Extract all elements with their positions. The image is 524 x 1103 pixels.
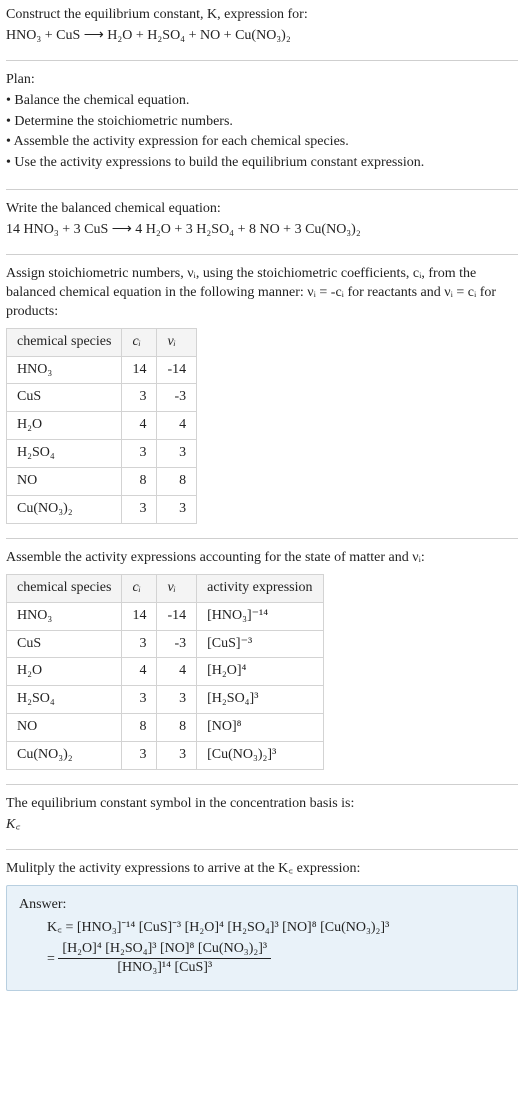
cell-activity: [CuS]⁻³: [197, 630, 323, 658]
answer-body: K꜀ = [HNO₃]⁻¹⁴ [CuS]⁻³ [H₂O]⁴ [H₂SO₄]³ […: [19, 919, 505, 979]
section-balanced: Write the balanced chemical equation: 14…: [6, 190, 518, 255]
cell-species: H₂O: [7, 658, 122, 686]
cell-vi: -14: [157, 602, 197, 630]
answer-box: Answer: K꜀ = [HNO₃]⁻¹⁴ [CuS]⁻³ [H₂O]⁴ [H…: [6, 885, 518, 992]
plan-bullet-1: • Balance the chemical equation.: [6, 92, 518, 111]
table-row: NO 8 8: [7, 468, 197, 496]
cell-vi: -3: [157, 630, 197, 658]
table-row: CuS 3 -3 [CuS]⁻³: [7, 630, 324, 658]
cell-species: NO: [7, 714, 122, 742]
cell-species: H₂O: [7, 412, 122, 440]
cell-species: NO: [7, 468, 122, 496]
kc-symbol: K꜀: [6, 816, 518, 835]
cell-vi: 8: [157, 468, 197, 496]
kc-fraction: [H₂O]⁴ [H₂SO₄]³ [NO]⁸ [Cu(NO₃)₂]³ [HNO₃]…: [58, 940, 271, 979]
col-ci: cᵢ: [122, 328, 157, 356]
cell-ci: 3: [122, 496, 157, 524]
kc-numerator: [H₂O]⁴ [H₂SO₄]³ [NO]⁸ [Cu(NO₃)₂]³: [58, 940, 271, 959]
table-row: H₂O 4 4: [7, 412, 197, 440]
col-species: chemical species: [7, 328, 122, 356]
cell-vi: 4: [157, 412, 197, 440]
cell-vi: 3: [157, 496, 197, 524]
plan-heading: Plan:: [6, 71, 518, 90]
section-stoich: Assign stoichiometric numbers, νᵢ, using…: [6, 255, 518, 539]
table-row: NO 8 8 [NO]⁸: [7, 714, 324, 742]
col-vi: νᵢ: [157, 574, 197, 602]
cell-activity: [Cu(NO₃)₂]³: [197, 742, 323, 770]
question-line: Construct the equilibrium constant, K, e…: [6, 6, 518, 25]
cell-species: HNO₃: [7, 602, 122, 630]
table-row: HNO₃ 14 -14 [HNO₃]⁻¹⁴: [7, 602, 324, 630]
col-activity: activity expression: [197, 574, 323, 602]
unbalanced-equation: HNO₃ + CuS ⟶ H₂O + H₂SO₄ + NO + Cu(NO₃)₂: [6, 27, 518, 46]
cell-activity: [H₂O]⁴: [197, 658, 323, 686]
table-row: Cu(NO₃)₂ 3 3: [7, 496, 197, 524]
cell-vi: 8: [157, 714, 197, 742]
cell-vi: 3: [157, 686, 197, 714]
cell-ci: 3: [122, 384, 157, 412]
cell-species: H₂SO₄: [7, 686, 122, 714]
cell-activity: [HNO₃]⁻¹⁴: [197, 602, 323, 630]
question-text: Construct the equilibrium constant, K, e…: [6, 7, 308, 22]
cell-ci: 3: [122, 440, 157, 468]
section-question: Construct the equilibrium constant, K, e…: [6, 6, 518, 61]
kc-expression-line1: K꜀ = [HNO₃]⁻¹⁴ [CuS]⁻³ [H₂O]⁴ [H₂SO₄]³ […: [47, 919, 505, 938]
kc-intro: The equilibrium constant symbol in the c…: [6, 795, 518, 814]
section-kc-symbol: The equilibrium constant symbol in the c…: [6, 785, 518, 850]
table-row: H₂SO₄ 3 3 [H₂SO₄]³: [7, 686, 324, 714]
cell-ci: 4: [122, 658, 157, 686]
cell-species: HNO₃: [7, 356, 122, 384]
cell-vi: 3: [157, 440, 197, 468]
cell-vi: -14: [157, 356, 197, 384]
cell-ci: 8: [122, 468, 157, 496]
table-row: CuS 3 -3: [7, 384, 197, 412]
cell-ci: 3: [122, 686, 157, 714]
table-row: H₂SO₄ 3 3: [7, 440, 197, 468]
cell-activity: [NO]⁸: [197, 714, 323, 742]
col-ci: cᵢ: [122, 574, 157, 602]
section-activity: Assemble the activity expressions accoun…: [6, 539, 518, 785]
plan-bullet-2: • Determine the stoichiometric numbers.: [6, 113, 518, 132]
balanced-equation: 14 HNO₃ + 3 CuS ⟶ 4 H₂O + 3 H₂SO₄ + 8 NO…: [6, 221, 518, 240]
kc-expression-line2: = [H₂O]⁴ [H₂SO₄]³ [NO]⁸ [Cu(NO₃)₂]³ [HNO…: [47, 940, 505, 979]
cell-vi: -3: [157, 384, 197, 412]
table-row: H₂O 4 4 [H₂O]⁴: [7, 658, 324, 686]
plan-bullet-4: • Use the activity expressions to build …: [6, 154, 518, 173]
cell-species: Cu(NO₃)₂: [7, 496, 122, 524]
col-vi: νᵢ: [157, 328, 197, 356]
table-row: Cu(NO₃)₂ 3 3 [Cu(NO₃)₂]³: [7, 742, 324, 770]
cell-ci: 14: [122, 356, 157, 384]
final-intro: Mulitply the activity expressions to arr…: [6, 860, 518, 879]
cell-vi: 3: [157, 742, 197, 770]
cell-species: H₂SO₄: [7, 440, 122, 468]
cell-ci: 3: [122, 742, 157, 770]
balanced-heading: Write the balanced chemical equation:: [6, 200, 518, 219]
section-plan: Plan: • Balance the chemical equation. •…: [6, 61, 518, 190]
plan-bullet-3: • Assemble the activity expression for e…: [6, 133, 518, 152]
cell-ci: 14: [122, 602, 157, 630]
cell-vi: 4: [157, 658, 197, 686]
cell-species: CuS: [7, 630, 122, 658]
stoich-table: chemical species cᵢ νᵢ HNO₃ 14 -14 CuS 3…: [6, 328, 197, 524]
table-row: HNO₃ 14 -14: [7, 356, 197, 384]
section-final: Mulitply the activity expressions to arr…: [6, 850, 518, 1005]
page-root: Construct the equilibrium constant, K, e…: [0, 0, 524, 1019]
kc-denominator: [HNO₃]¹⁴ [CuS]³: [58, 958, 271, 978]
answer-label: Answer:: [19, 896, 505, 915]
stoich-intro: Assign stoichiometric numbers, νᵢ, using…: [6, 265, 518, 322]
activity-intro: Assemble the activity expressions accoun…: [6, 549, 518, 568]
cell-ci: 8: [122, 714, 157, 742]
equals-prefix: =: [47, 951, 58, 966]
cell-species: CuS: [7, 384, 122, 412]
cell-species: Cu(NO₃)₂: [7, 742, 122, 770]
cell-ci: 4: [122, 412, 157, 440]
cell-activity: [H₂SO₄]³: [197, 686, 323, 714]
table-header-row: chemical species cᵢ νᵢ: [7, 328, 197, 356]
activity-table: chemical species cᵢ νᵢ activity expressi…: [6, 574, 324, 770]
table-header-row: chemical species cᵢ νᵢ activity expressi…: [7, 574, 324, 602]
col-species: chemical species: [7, 574, 122, 602]
cell-ci: 3: [122, 630, 157, 658]
